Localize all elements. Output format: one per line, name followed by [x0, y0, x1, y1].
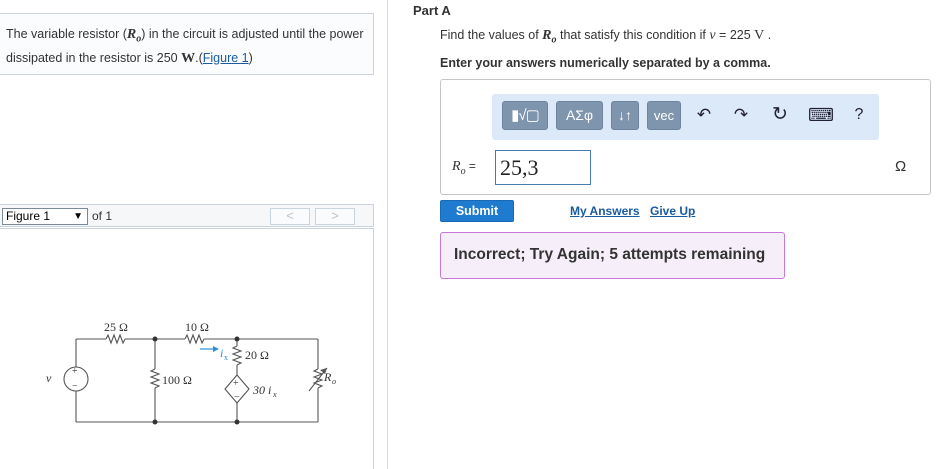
submit-button[interactable]: Submit — [440, 200, 514, 222]
question-eq: = 225 — [715, 28, 755, 42]
instruction-text: Enter your answers numerically separated… — [440, 56, 771, 70]
figure-count: of 1 — [92, 209, 113, 223]
answer-unit: Ω — [895, 158, 907, 175]
undo-icon[interactable]: ↶ — [693, 103, 715, 127]
dep-source-label: 30 i — [252, 383, 271, 397]
chevron-down-icon: ▼ — [73, 211, 83, 222]
question-symbol: R — [542, 28, 552, 43]
dep-source-subscript: x — [272, 390, 277, 399]
resistor-symbol: R — [126, 27, 137, 42]
circuit-diagram: v + − 25 Ω 10 Ω 100 Ω 20 Ω i x + − 30 i … — [46, 320, 336, 425]
greek-symbols-button[interactable]: ΑΣφ — [556, 101, 603, 130]
vector-button[interactable]: vec — [647, 101, 681, 130]
problem-text-before: The variable resistor ( — [6, 27, 127, 41]
dep-source-plus: + — [233, 378, 239, 389]
source-label: v — [46, 371, 52, 385]
resistor-20-label: 20 Ω — [245, 348, 269, 362]
resistor-25-label: 25 Ω — [104, 320, 128, 334]
right-pane: Part A Find the values of Ro that satisf… — [388, 0, 936, 469]
ro-subscript: o — [332, 377, 336, 386]
templates-button[interactable]: ▮√▢ — [502, 101, 548, 130]
power-unit: W — [181, 50, 196, 66]
redo-icon[interactable]: ↷ — [730, 103, 752, 127]
figure-area: v + − 25 Ω 10 Ω 100 Ω 20 Ω i x + − 30 i … — [0, 228, 374, 469]
figure-select[interactable]: Figure 1 ▼ — [2, 208, 88, 225]
question-mid: that satisfy this condition if — [556, 28, 710, 42]
prev-figure-button[interactable]: < — [270, 208, 310, 225]
current-ix-subscript: x — [224, 353, 228, 362]
question-before: Find the values of — [440, 28, 543, 42]
question-text: Find the values of Ro that satisfy this … — [440, 28, 771, 46]
help-icon[interactable]: ? — [848, 103, 870, 127]
problem-statement: The variable resistor (Ro) in the circui… — [0, 13, 374, 75]
current-ix-label: i — [220, 346, 223, 360]
feedback-message: Incorrect; Try Again; 5 attempts remaini… — [440, 232, 785, 279]
figure-navigation-bar: Figure 1 ▼ of 1 < > — [0, 204, 374, 227]
ro-label: R — [323, 370, 332, 384]
link-close-paren: ) — [248, 50, 253, 65]
give-up-link[interactable]: Give Up — [650, 204, 695, 218]
figure-select-value: Figure 1 — [6, 209, 51, 223]
resistor-10-label: 10 Ω — [185, 320, 209, 334]
next-figure-button[interactable]: > — [315, 208, 355, 225]
answer-symbol: R — [452, 159, 461, 174]
answer-label: Ro = — [452, 157, 476, 177]
resistor-100-label: 100 Ω — [162, 373, 192, 387]
part-title: Part A — [413, 3, 451, 18]
source-minus: − — [72, 381, 78, 392]
reset-icon[interactable]: ↻ — [769, 103, 791, 127]
question-end: . — [764, 28, 772, 42]
answer-box: ▮√▢ ΑΣφ ↓↑ vec ↶ ↷ ↻ ⌨ ? Ro = 25,3 Ω — [440, 79, 931, 195]
answer-input[interactable]: 25,3 — [495, 150, 591, 185]
left-pane: The variable resistor (Ro) in the circui… — [0, 0, 388, 469]
question-unit: V — [754, 28, 765, 43]
source-plus: + — [72, 366, 78, 377]
answer-equals: = — [465, 159, 476, 173]
dep-source-minus: − — [234, 392, 240, 403]
figure-link[interactable]: Figure 1 — [203, 51, 249, 65]
math-toolbar: ▮√▢ ΑΣφ ↓↑ vec ↶ ↷ ↻ ⌨ ? — [492, 94, 879, 140]
subscript-superscript-button[interactable]: ↓↑ — [611, 101, 639, 130]
my-answers-link[interactable]: My Answers — [570, 204, 640, 218]
keyboard-icon[interactable]: ⌨ — [808, 103, 834, 127]
